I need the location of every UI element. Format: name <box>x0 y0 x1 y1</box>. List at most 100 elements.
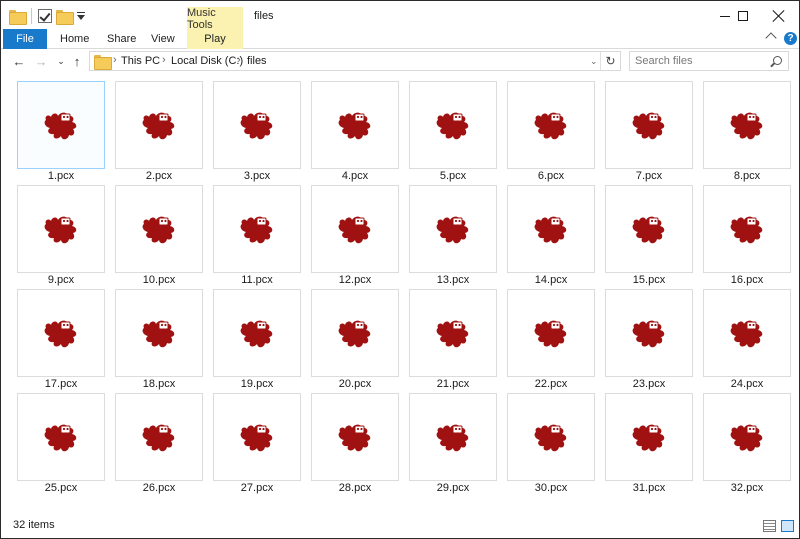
file-item[interactable]: 14.pcx <box>507 179 597 286</box>
file-item[interactable]: 9.pcx <box>17 179 107 286</box>
file-thumbnail[interactable] <box>605 81 693 169</box>
file-thumbnail[interactable] <box>703 393 791 481</box>
file-item[interactable]: 11.pcx <box>213 179 303 286</box>
file-item[interactable]: 1.pcx <box>17 75 107 182</box>
file-item[interactable]: 24.pcx <box>703 283 793 390</box>
file-item[interactable]: 22.pcx <box>507 283 597 390</box>
file-thumbnail[interactable] <box>507 185 595 273</box>
details-view-icon[interactable] <box>763 520 776 532</box>
address-history-chevron-icon[interactable]: ⌄ <box>590 56 598 67</box>
customize-toolbar-icon[interactable] <box>76 9 86 23</box>
search-input[interactable] <box>635 54 765 68</box>
help-icon[interactable]: ? <box>784 32 797 45</box>
file-thumbnail[interactable] <box>311 289 399 377</box>
folder-icon[interactable] <box>9 9 27 25</box>
file-item[interactable]: 18.pcx <box>115 283 205 390</box>
file-thumbnail[interactable] <box>703 289 791 377</box>
ribbon-tabs: File Home Share View Play ? <box>1 29 799 49</box>
close-button[interactable] <box>761 1 797 31</box>
file-thumbnail[interactable] <box>213 393 301 481</box>
pcx-image-icon <box>44 112 77 140</box>
tab-view[interactable]: View <box>151 29 175 49</box>
file-item[interactable]: 30.pcx <box>507 387 597 494</box>
file-item[interactable]: 28.pcx <box>311 387 401 494</box>
file-thumbnail[interactable] <box>311 81 399 169</box>
file-thumbnail[interactable] <box>213 185 301 273</box>
file-thumbnail[interactable] <box>17 393 105 481</box>
file-thumbnail[interactable] <box>115 289 203 377</box>
file-item[interactable]: 2.pcx <box>115 75 205 182</box>
file-thumbnail[interactable] <box>409 81 497 169</box>
file-item[interactable]: 31.pcx <box>605 387 695 494</box>
file-thumbnail[interactable] <box>605 185 693 273</box>
pcx-image-icon <box>240 320 273 348</box>
up-button[interactable]: ↑ <box>69 53 85 69</box>
search-box[interactable] <box>629 51 789 71</box>
properties-icon[interactable] <box>38 9 52 23</box>
refresh-icon[interactable]: ↻ <box>600 52 620 70</box>
breadcrumb-chevron-icon[interactable]: › <box>162 54 166 66</box>
pcx-image-icon <box>632 112 665 140</box>
file-item[interactable]: 19.pcx <box>213 283 303 390</box>
file-item[interactable]: 8.pcx <box>703 75 793 182</box>
breadcrumb-files[interactable]: files <box>247 55 267 67</box>
large-icons-view-icon[interactable] <box>781 520 794 532</box>
file-thumbnail[interactable] <box>409 185 497 273</box>
search-icon[interactable] <box>773 56 782 65</box>
tab-share[interactable]: Share <box>107 29 136 49</box>
file-thumbnail[interactable] <box>17 185 105 273</box>
file-thumbnail[interactable] <box>605 393 693 481</box>
breadcrumb-local-disk[interactable]: Local Disk (C:) <box>171 55 243 67</box>
file-item[interactable]: 27.pcx <box>213 387 303 494</box>
file-thumbnail[interactable] <box>213 289 301 377</box>
file-item[interactable]: 3.pcx <box>213 75 303 182</box>
file-item[interactable]: 23.pcx <box>605 283 695 390</box>
tab-home[interactable]: Home <box>60 29 89 49</box>
file-thumbnail[interactable] <box>507 81 595 169</box>
tab-play[interactable]: Play <box>187 29 243 49</box>
file-thumbnail[interactable] <box>115 81 203 169</box>
file-item[interactable]: 10.pcx <box>115 179 205 286</box>
file-item[interactable]: 29.pcx <box>409 387 499 494</box>
file-thumbnail[interactable] <box>507 393 595 481</box>
file-thumbnail[interactable] <box>507 289 595 377</box>
new-folder-icon[interactable] <box>56 9 74 25</box>
file-item[interactable]: 25.pcx <box>17 387 107 494</box>
back-button[interactable]: ← <box>11 53 27 69</box>
file-item[interactable]: 26.pcx <box>115 387 205 494</box>
file-thumbnail[interactable] <box>115 393 203 481</box>
forward-button[interactable]: → <box>33 53 49 69</box>
file-item[interactable]: 13.pcx <box>409 179 499 286</box>
breadcrumb-chevron-icon[interactable]: › <box>113 54 117 66</box>
file-thumbnail[interactable] <box>409 289 497 377</box>
file-thumbnail[interactable] <box>311 185 399 273</box>
file-item[interactable]: 5.pcx <box>409 75 499 182</box>
file-item[interactable]: 7.pcx <box>605 75 695 182</box>
recent-locations-chevron-icon[interactable]: ⌄ <box>53 53 69 69</box>
pcx-image-icon <box>534 216 567 244</box>
expand-ribbon-icon[interactable] <box>765 32 777 44</box>
file-thumbnail[interactable] <box>605 289 693 377</box>
file-item[interactable]: 32.pcx <box>703 387 793 494</box>
file-thumbnail[interactable] <box>115 185 203 273</box>
file-item[interactable]: 6.pcx <box>507 75 597 182</box>
file-thumbnail[interactable] <box>17 289 105 377</box>
file-thumbnail[interactable] <box>703 81 791 169</box>
tab-file[interactable]: File <box>3 29 47 49</box>
file-thumbnail[interactable] <box>213 81 301 169</box>
file-thumbnail[interactable] <box>311 393 399 481</box>
file-item[interactable]: 16.pcx <box>703 179 793 286</box>
file-thumbnail[interactable] <box>17 81 105 169</box>
file-item[interactable]: 15.pcx <box>605 179 695 286</box>
file-item[interactable]: 17.pcx <box>17 283 107 390</box>
maximize-button[interactable] <box>725 1 761 31</box>
file-item[interactable]: 4.pcx <box>311 75 401 182</box>
file-thumbnail[interactable] <box>409 393 497 481</box>
breadcrumb-chevron-icon[interactable]: › <box>237 54 241 66</box>
address-bar[interactable]: › This PC › Local Disk (C:) › files ⌄ ↻ <box>89 51 621 71</box>
file-item[interactable]: 20.pcx <box>311 283 401 390</box>
breadcrumb-this-pc[interactable]: This PC <box>121 55 160 67</box>
file-item[interactable]: 21.pcx <box>409 283 499 390</box>
file-item[interactable]: 12.pcx <box>311 179 401 286</box>
file-thumbnail[interactable] <box>703 185 791 273</box>
